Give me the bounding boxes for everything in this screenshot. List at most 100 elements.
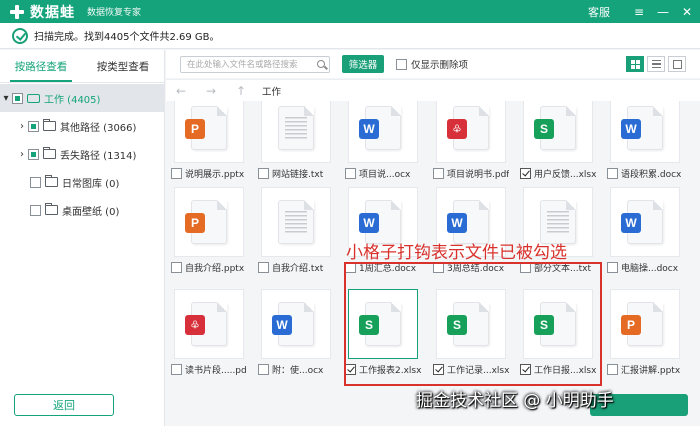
back-arrow-icon[interactable]: ← xyxy=(166,84,196,98)
file-item[interactable]: W 电脑操...docx xyxy=(607,187,683,274)
file-checkbox[interactable] xyxy=(607,261,618,273)
document-icon: P xyxy=(621,302,663,346)
file-name: 电脑操...docx xyxy=(621,263,679,274)
document-icon: W xyxy=(621,106,663,150)
close-icon[interactable]: ✕ xyxy=(676,0,698,23)
file-item[interactable]: 网站链接.txt xyxy=(258,101,334,180)
file-item[interactable]: 自我介绍.txt xyxy=(258,187,334,274)
tree-item-wallpaper[interactable]: 桌面壁纸 (0) xyxy=(0,196,164,224)
minimize-icon[interactable]: — xyxy=(652,0,674,23)
document-icon: W xyxy=(621,200,663,244)
file-caption: 用户反馈...xlsx xyxy=(520,166,596,180)
tree-item-photo-gallery[interactable]: 日常图库 (0) xyxy=(0,168,164,196)
file-checkbox[interactable] xyxy=(171,167,182,179)
file-checkbox[interactable] xyxy=(258,363,269,375)
file-item[interactable]: W 语段积累.docx xyxy=(607,101,683,180)
expand-right-icon[interactable]: › xyxy=(16,149,28,160)
file-item[interactable]: P 自我介绍.pptx xyxy=(171,187,247,274)
document-icon: W xyxy=(272,302,314,346)
filter-button[interactable]: 筛选器 xyxy=(342,55,384,73)
list-view-button[interactable] xyxy=(647,56,665,72)
breadcrumb: 工作 xyxy=(262,86,282,98)
file-thumbnail[interactable]: ♧ xyxy=(174,289,244,359)
app-logo: 数据蛙 xyxy=(8,2,75,22)
up-arrow-icon[interactable]: ↑ xyxy=(226,84,256,98)
tree-checkbox[interactable] xyxy=(28,148,39,160)
tree-checkbox[interactable] xyxy=(12,92,23,104)
file-checkbox[interactable] xyxy=(171,261,182,273)
tab-by-type[interactable]: 按类型查看 xyxy=(82,50,164,82)
file-thumbnail[interactable] xyxy=(261,101,331,163)
file-thumbnail[interactable]: P xyxy=(610,289,680,359)
only-deleted-checkbox[interactable] xyxy=(396,58,407,70)
pdf-icon: ♧ xyxy=(447,119,467,139)
expand-down-icon[interactable]: ▾ xyxy=(0,93,12,104)
tree-item-other-paths[interactable]: › 其他路径 (3066) xyxy=(0,112,164,140)
file-thumbnail[interactable]: W xyxy=(610,101,680,163)
file-name: 网站链接.txt xyxy=(272,169,324,180)
file-thumbnail[interactable]: P xyxy=(174,187,244,257)
file-item[interactable]: ♧ 读书片段.....pdf xyxy=(171,289,247,376)
file-checkbox[interactable] xyxy=(345,167,356,179)
file-item[interactable]: W 附：使...ocx xyxy=(258,289,334,376)
file-item[interactable]: W 项目说...ocx xyxy=(345,101,421,180)
grid-view-button[interactable] xyxy=(626,56,644,72)
tab-by-path[interactable]: 按路径查看 xyxy=(0,50,82,82)
tree-item-label: 工作 (4405) xyxy=(44,94,101,106)
tree-item-label: 其他路径 (3066) xyxy=(60,122,137,134)
document-icon: P xyxy=(185,200,227,244)
large-icon-icon xyxy=(672,59,682,69)
spreadsheet-icon: S xyxy=(534,119,554,139)
file-checkbox[interactable] xyxy=(258,167,269,179)
expand-right-icon[interactable]: › xyxy=(16,121,28,132)
folder-icon xyxy=(43,147,56,159)
only-deleted-label: 仅显示删除项 xyxy=(411,60,469,71)
file-checkbox[interactable] xyxy=(433,167,444,179)
forward-arrow-icon[interactable]: → xyxy=(196,84,226,98)
file-checkbox[interactable] xyxy=(607,167,618,179)
file-thumbnail[interactable]: W xyxy=(261,289,331,359)
file-checkbox[interactable] xyxy=(171,363,182,375)
file-thumbnail[interactable] xyxy=(261,187,331,257)
tree-item-lost-paths[interactable]: › 丢失路径 (1314) xyxy=(0,140,164,168)
word-icon: W xyxy=(621,213,641,233)
file-thumbnail[interactable]: S xyxy=(523,101,593,163)
file-checkbox[interactable] xyxy=(258,261,269,273)
tree-checkbox[interactable] xyxy=(28,120,39,132)
file-caption: 自我介绍.txt xyxy=(258,260,334,274)
word-icon: W xyxy=(621,119,641,139)
tree-item-work[interactable]: ▾ 工作 (4405) xyxy=(0,84,164,112)
watermark-text: 掘金技术社区 @ 小明助手 xyxy=(416,391,614,411)
customer-service-link[interactable]: 客服 xyxy=(588,4,610,20)
menu-icon[interactable]: ≡ xyxy=(628,0,650,23)
file-thumbnail[interactable]: W xyxy=(610,187,680,257)
file-thumbnail[interactable]: W xyxy=(348,101,418,163)
file-item[interactable]: S 用户反馈...xlsx xyxy=(520,101,596,180)
file-name: 说明展示.pptx xyxy=(185,169,245,180)
file-checkbox[interactable] xyxy=(607,363,618,375)
tree-item-label: 桌面壁纸 (0) xyxy=(62,206,120,218)
file-thumbnail[interactable]: ♧ xyxy=(436,101,506,163)
path-bar: ← → ↑ 工作 xyxy=(166,79,700,101)
folder-icon xyxy=(45,175,58,187)
back-button[interactable]: 返回 xyxy=(14,394,114,416)
file-caption: 网站链接.txt xyxy=(258,166,334,180)
large-icon-view-button[interactable] xyxy=(668,56,686,72)
search-icon[interactable] xyxy=(317,59,325,68)
annotation-highlight-box xyxy=(344,262,602,386)
file-item[interactable]: ♧ 项目说明书.pdf xyxy=(433,101,509,180)
app-name: 数据蛙 xyxy=(30,4,75,21)
plus-logo-icon xyxy=(8,4,26,20)
tree-item-label: 丢失路径 (1314) xyxy=(60,150,137,162)
only-deleted-toggle[interactable]: 仅显示删除项 xyxy=(396,57,468,71)
file-item[interactable]: P 说明展示.pptx xyxy=(171,101,247,180)
file-item[interactable]: P 汇报讲解.pptx xyxy=(607,289,683,376)
search-input[interactable]: 在此处输入文件名或路径搜索 xyxy=(180,55,330,73)
tree-item-label: 日常图库 (0) xyxy=(62,178,120,190)
tree-checkbox[interactable] xyxy=(30,176,41,188)
file-thumbnail[interactable]: P xyxy=(174,101,244,163)
file-checkbox[interactable] xyxy=(520,167,531,179)
tree-checkbox[interactable] xyxy=(30,204,41,216)
presentation-icon: P xyxy=(185,119,205,139)
file-name: 项目说...ocx xyxy=(359,169,411,180)
